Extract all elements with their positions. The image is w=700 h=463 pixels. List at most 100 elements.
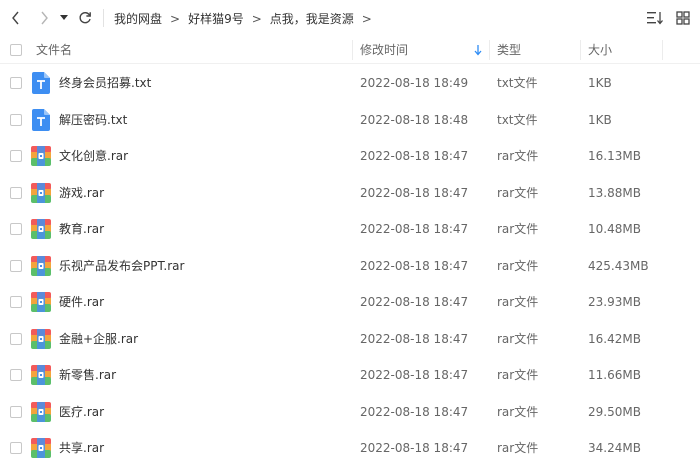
sort-list-icon [647, 12, 663, 25]
row-checkbox[interactable] [10, 296, 22, 308]
toolbar-divider [103, 9, 104, 27]
file-size: 29.50MB [588, 404, 641, 419]
file-modified: 2022-08-18 18:47 [360, 185, 469, 200]
file-row[interactable]: 游戏.rar 2022-08-18 18:47 rar文件 13.88MB [0, 175, 700, 211]
rar-file-icon [31, 255, 51, 278]
toolbar: 我的网盘 > 好样猫9号 > 点我，我是资源 > [0, 0, 700, 36]
breadcrumb-item-folder[interactable]: 好样猫9号 [188, 10, 244, 27]
chevron-right-icon [41, 11, 48, 25]
txt-file-icon [32, 72, 50, 94]
forward-button[interactable] [34, 8, 54, 28]
column-divider [489, 40, 490, 60]
file-size: 16.42MB [588, 331, 641, 346]
file-modified: 2022-08-18 18:48 [360, 112, 469, 127]
row-checkbox[interactable] [10, 113, 22, 126]
grid-view-button[interactable] [674, 9, 692, 27]
column-size[interactable]: 大小 [588, 36, 612, 64]
file-name: 教育.rar [59, 222, 105, 236]
file-size: 34.24MB [588, 441, 641, 455]
file-size: 23.93MB [588, 295, 641, 309]
file-name: 金融+企服.rar [59, 331, 139, 346]
breadcrumb-separator: > [251, 11, 262, 26]
file-type: rar文件 [497, 331, 539, 346]
rar-file-icon [31, 146, 51, 168]
file-row[interactable]: 乐视产品发布会PPT.rar 2022-08-18 18:47 rar文件 42… [0, 248, 700, 284]
file-name: 文化创意.rar [59, 149, 129, 163]
row-checkbox[interactable] [10, 259, 22, 272]
breadcrumb-item-my-drive[interactable]: 我的网盘 [114, 10, 162, 27]
file-modified: 2022-08-18 18:47 [360, 404, 469, 419]
file-name: 硬件.rar [59, 295, 105, 309]
file-name: 游戏.rar [59, 185, 105, 200]
column-divider [580, 40, 581, 60]
file-type: txt文件 [497, 76, 538, 90]
file-modified: 2022-08-18 18:47 [360, 149, 469, 163]
column-name[interactable]: 文件名 [36, 36, 72, 64]
file-row[interactable]: 金融+企服.rar 2022-08-18 18:47 rar文件 16.42MB [0, 321, 700, 357]
file-row[interactable]: 硬件.rar 2022-08-18 18:47 rar文件 23.93MB [0, 284, 700, 320]
row-checkbox[interactable] [10, 332, 22, 345]
file-modified: 2022-08-18 18:49 [360, 76, 469, 90]
rar-file-icon [31, 365, 51, 387]
refresh-icon [79, 12, 91, 24]
file-name: 终身会员招募.txt [59, 76, 152, 90]
file-type: rar文件 [497, 295, 539, 309]
file-modified: 2022-08-18 18:47 [360, 331, 469, 346]
file-row[interactable]: 解压密码.txt 2022-08-18 18:48 txt文件 1KB [0, 102, 700, 138]
select-all-checkbox[interactable] [10, 44, 22, 56]
row-checkbox[interactable] [10, 369, 22, 381]
file-modified: 2022-08-18 18:47 [360, 258, 469, 273]
grid-view-icon [676, 11, 690, 25]
file-size: 1KB [588, 76, 612, 90]
row-checkbox[interactable] [10, 442, 22, 454]
file-modified: 2022-08-18 18:47 [360, 222, 469, 236]
file-size: 1KB [588, 112, 612, 127]
rar-file-icon [31, 182, 51, 205]
file-type: rar文件 [497, 149, 539, 163]
back-button[interactable] [6, 8, 26, 28]
file-size: 10.48MB [588, 222, 641, 236]
breadcrumb-separator: > [170, 11, 181, 26]
breadcrumb-item-current[interactable]: 点我，我是资源 [270, 10, 354, 27]
file-row[interactable]: 终身会员招募.txt 2022-08-18 18:49 txt文件 1KB [0, 65, 700, 101]
rar-file-icon [31, 401, 51, 424]
history-dropdown-button[interactable] [56, 8, 72, 28]
file-row[interactable]: 文化创意.rar 2022-08-18 18:47 rar文件 16.13MB [0, 138, 700, 174]
breadcrumb-separator: > [361, 11, 372, 26]
breadcrumb: 我的网盘 > 好样猫9号 > 点我，我是资源 > [114, 10, 380, 27]
column-modified[interactable]: 修改时间 [360, 36, 408, 64]
file-name: 解压密码.txt [59, 112, 128, 127]
row-checkbox[interactable] [10, 223, 22, 235]
file-row[interactable]: 新零售.rar 2022-08-18 18:47 rar文件 11.66MB [0, 357, 700, 393]
column-divider [352, 40, 353, 60]
refresh-button[interactable] [75, 8, 95, 28]
file-row[interactable]: 共享.rar 2022-08-18 18:47 rar文件 34.24MB [0, 430, 700, 463]
file-type: rar文件 [497, 258, 539, 273]
file-row[interactable]: 教育.rar 2022-08-18 18:47 rar文件 10.48MB [0, 211, 700, 247]
chevron-left-icon [12, 11, 19, 25]
file-size: 13.88MB [588, 185, 641, 200]
row-checkbox[interactable] [10, 150, 22, 162]
file-type: rar文件 [497, 185, 539, 200]
column-divider [662, 40, 663, 60]
file-name: 医疗.rar [59, 404, 105, 419]
column-type[interactable]: 类型 [497, 36, 521, 64]
row-checkbox[interactable] [10, 186, 22, 199]
rar-file-icon [31, 292, 51, 314]
rar-file-icon [31, 219, 51, 241]
file-name: 乐视产品发布会PPT.rar [59, 258, 185, 273]
row-checkbox[interactable] [10, 405, 22, 418]
file-modified: 2022-08-18 18:47 [360, 295, 469, 309]
txt-file-icon [32, 108, 50, 131]
rar-file-icon [31, 438, 51, 460]
rar-file-icon [31, 328, 51, 351]
file-type: rar文件 [497, 368, 539, 382]
file-row[interactable]: 医疗.rar 2022-08-18 18:47 rar文件 29.50MB [0, 394, 700, 430]
file-size: 11.66MB [588, 368, 641, 382]
file-size: 16.13MB [588, 149, 641, 163]
file-type: rar文件 [497, 404, 539, 419]
row-checkbox[interactable] [10, 77, 22, 89]
file-type: txt文件 [497, 112, 538, 127]
sort-button[interactable] [646, 9, 664, 27]
arrow-down-icon [474, 45, 482, 56]
